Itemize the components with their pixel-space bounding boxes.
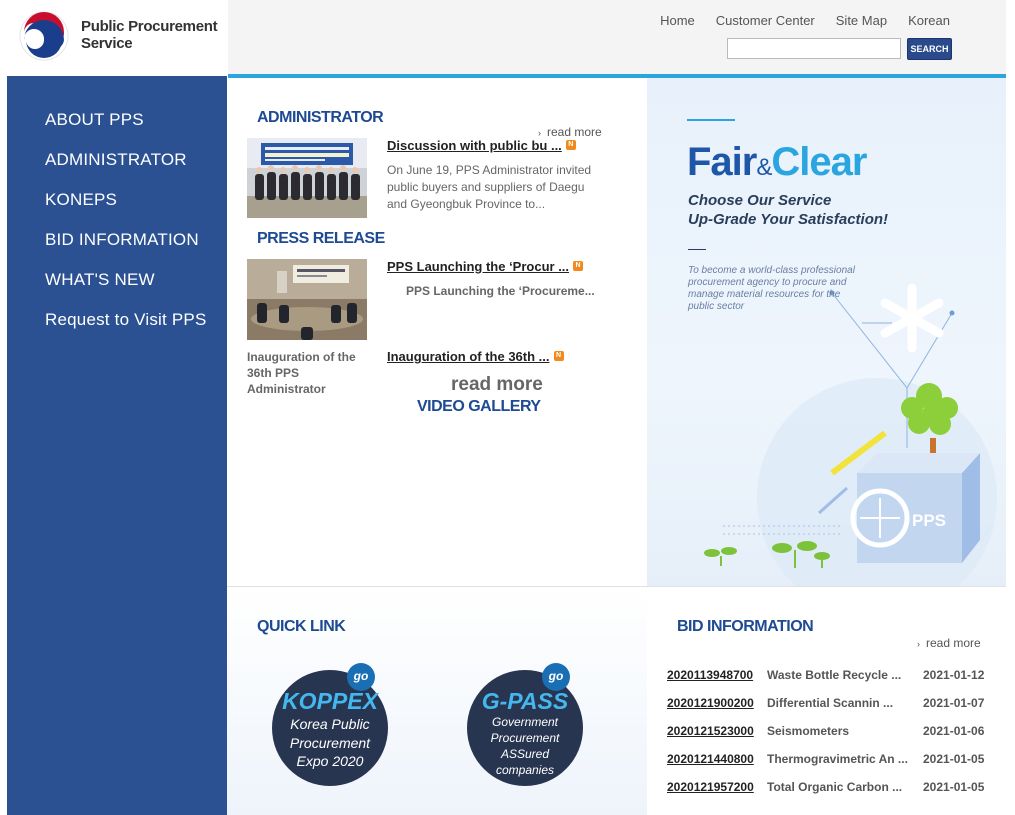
bid-number[interactable]: 2020121957200 — [667, 780, 754, 794]
sidebar-nav: ABOUT PPS ADMINISTRATOR KONEPS BID INFOR… — [7, 76, 227, 815]
administrator-thumbnail[interactable] — [247, 138, 367, 218]
bid-information-title: BID INFORMATION — [677, 618, 814, 635]
banner-clear: Clear — [771, 140, 867, 184]
banner-box-label: PPS — [912, 511, 946, 530]
new-badge-icon: N — [565, 140, 576, 150]
koppex-title: KOPPEX — [282, 688, 378, 714]
util-link-korean[interactable]: Korean — [908, 13, 950, 28]
bid-name: Total Organic Carbon ... — [767, 780, 903, 794]
conference-photo-icon — [247, 259, 367, 340]
sidebar-item-request-visit[interactable]: Request to Visit PPS — [7, 308, 227, 348]
bid-row[interactable]: 2020121957200 Total Organic Carbon ... 2… — [667, 780, 987, 798]
bid-information-section: BID INFORMATION › read more 2020113948700… — [647, 586, 1006, 815]
bid-name: Waste Bottle Recycle ... — [767, 668, 902, 682]
search-input[interactable] — [727, 38, 901, 59]
video-gallery-title[interactable]: VIDEO GALLERY — [417, 398, 541, 416]
gpass-go-badge: go — [542, 663, 570, 691]
banner-tagline-1: Choose Our Service — [688, 192, 832, 209]
press-release-news-link-2[interactable]: Inauguration of the 36th ... N — [387, 349, 564, 364]
taeguk-emblem-icon — [19, 11, 69, 61]
bid-name: Differential Scannin ... — [767, 696, 894, 710]
administrator-news-title: Discussion with public bu ... — [387, 138, 562, 153]
banner-amp: & — [756, 154, 772, 181]
util-link-site-map[interactable]: Site Map — [836, 13, 887, 28]
banner-tagline-2: Up-Grade Your Satisfaction! — [688, 211, 889, 228]
koppex-sub-2: Procurement — [289, 735, 371, 751]
gpass-title: G-PASS — [481, 688, 569, 714]
koppex-sub-3: Expo 2020 — [296, 753, 364, 769]
page: Public Procurement Service Home Customer… — [0, 0, 1015, 815]
bid-number[interactable]: 2020113948700 — [667, 668, 753, 682]
quick-link-section: QUICK LINK go KOPPEX Korea Public Procur… — [227, 586, 647, 815]
org-name-line2: Service — [81, 35, 133, 52]
meeting-photo-icon — [247, 138, 367, 218]
chevron-right-icon: › — [917, 639, 920, 649]
org-name-line1: Public Procurement — [81, 18, 218, 35]
gpass-sub-3: ASSured — [500, 747, 550, 761]
gpass-sub-4: companies — [495, 763, 555, 777]
search-button[interactable]: SEARCH — [907, 38, 952, 60]
press-release-read-more[interactable]: read more — [451, 374, 543, 396]
utility-nav: Home Customer Center Site Map Korean — [660, 13, 950, 28]
chevron-right-icon: › — [538, 128, 541, 138]
sidebar-item-whats-new[interactable]: WHAT'S NEW — [7, 268, 227, 308]
koppex-go-badge: go — [347, 663, 375, 691]
press-release-news-title: PPS Launching the ‘Procur ... — [387, 259, 570, 274]
pps-logo[interactable]: Public Procurement Service — [18, 10, 218, 62]
bid-number[interactable]: 2020121900200 — [667, 696, 754, 710]
press-release-news-link[interactable]: PPS Launching the ‘Procur ... N — [387, 259, 584, 274]
bid-number[interactable]: 2020121523000 — [667, 724, 754, 738]
bid-name: Thermogravimetric An ... — [767, 752, 908, 766]
banner-fair: Fair — [687, 140, 757, 184]
page-right-margin — [1006, 0, 1015, 815]
bid-date: 2021-01-12 — [923, 668, 985, 682]
press-release-news-title-2: Inauguration of the 36th ... — [387, 349, 550, 364]
util-link-home[interactable]: Home — [660, 13, 695, 28]
bid-date: 2021-01-06 — [923, 724, 985, 738]
util-link-customer-center[interactable]: Customer Center — [716, 13, 815, 28]
bid-number[interactable]: 2020121440800 — [667, 752, 754, 766]
header-utility-area: Home Customer Center Site Map Korean SEA… — [228, 0, 1006, 76]
gpass-sub-1: Government — [491, 715, 559, 729]
sidebar-item-administrator[interactable]: ADMINISTRATOR — [7, 148, 227, 188]
administrator-news-link[interactable]: Discussion with public bu ... N — [387, 138, 576, 153]
bid-information-read-more-label: read more — [926, 636, 981, 650]
administrator-news-body: On June 19, PPS Administrator invited pu… — [387, 163, 592, 211]
administrator-title: ADMINISTRATOR — [257, 109, 384, 126]
bid-date: 2021-01-05 — [923, 780, 985, 794]
bid-row[interactable]: 2020121523000 Seismometers 2021-01-06 — [667, 724, 987, 742]
bid-information-read-more[interactable]: › read more — [917, 636, 981, 650]
administrator-read-more-label: read more — [547, 125, 602, 139]
bid-date: 2021-01-07 — [923, 696, 985, 710]
administrator-read-more[interactable]: › read more — [538, 125, 602, 139]
new-badge-icon: N — [553, 351, 564, 361]
sidebar-item-bid-information[interactable]: BID INFORMATION — [7, 228, 227, 268]
quick-link-title: QUICK LINK — [257, 618, 346, 635]
banner-description: To become a world-class professional pro… — [688, 265, 855, 312]
press-release-thumbnail[interactable] — [247, 259, 367, 340]
bid-row[interactable]: 2020113948700 Waste Bottle Recycle ... 2… — [667, 668, 987, 686]
banner-headline: Fair&Clear — [687, 140, 867, 185]
org-name: Public Procurement Service — [81, 18, 221, 52]
new-badge-icon: N — [573, 261, 584, 271]
bid-row[interactable]: 2020121440800 Thermogravimetric An ... 2… — [667, 752, 987, 770]
press-release-news-body: PPS Launching the ‘Procureme... — [406, 284, 595, 298]
press-release-caption[interactable]: Inauguration of the 36th PPS Administrat… — [247, 349, 357, 397]
koppex-sub-1: Korea Public — [290, 716, 370, 732]
bid-date: 2021-01-05 — [923, 752, 985, 766]
main-news: ADMINISTRATOR › read more Discussion wit… — [227, 78, 647, 586]
sidebar-item-about-pps[interactable]: ABOUT PPS — [7, 108, 227, 148]
header: Public Procurement Service Home Customer… — [0, 0, 1015, 78]
bid-name: Seismometers — [767, 724, 850, 738]
sidebar-item-koneps[interactable]: KONEPS — [7, 188, 227, 228]
press-release-title: PRESS RELEASE — [257, 230, 385, 247]
bid-row[interactable]: 2020121900200 Differential Scannin ... 2… — [667, 696, 987, 714]
fair-clear-banner[interactable]: PPS Fair&Clear Choose Our Service Up-Gra… — [647, 78, 1006, 586]
gpass-sub-2: Procurement — [490, 731, 560, 745]
